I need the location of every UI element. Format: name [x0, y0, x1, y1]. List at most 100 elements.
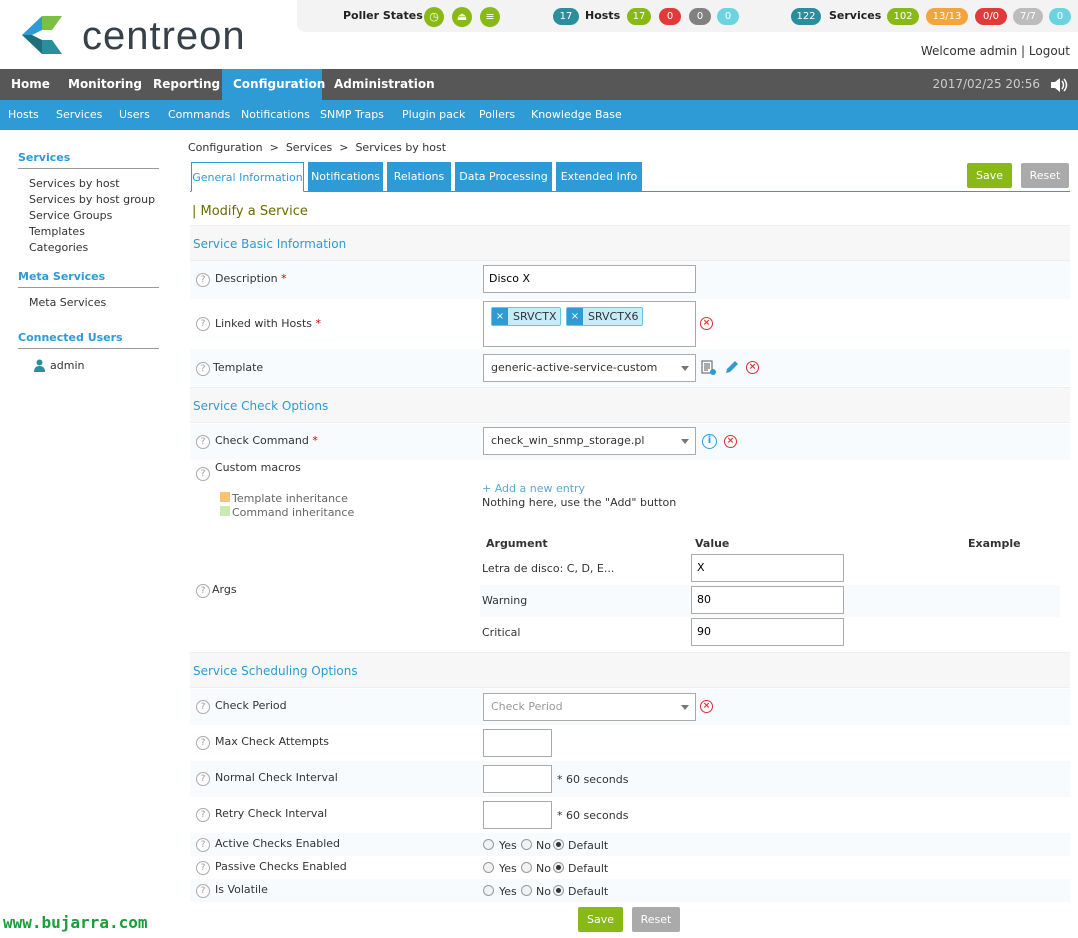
- subnav-notifications[interactable]: Notifications: [241, 100, 310, 130]
- remove-tag-icon[interactable]: ×: [567, 308, 583, 325]
- tab-data-processing[interactable]: Data Processing: [455, 162, 552, 191]
- breadcrumb-services-by-host[interactable]: Services by host: [355, 141, 446, 154]
- nav-home[interactable]: Home: [0, 69, 61, 100]
- help-icon[interactable]: ?: [196, 584, 210, 598]
- poller-clock-icon[interactable]: ◷: [424, 7, 444, 27]
- linked-hosts-select[interactable]: × SRVCTX × SRVCTX6: [483, 301, 696, 347]
- nav-configuration[interactable]: Configuration: [222, 69, 325, 100]
- tab-notifications[interactable]: Notifications: [308, 162, 383, 191]
- speaker-icon[interactable]: [1050, 78, 1068, 95]
- subnav-services[interactable]: Services: [56, 100, 102, 130]
- sidebar-item-service-groups[interactable]: Service Groups: [29, 209, 112, 222]
- clear-template-icon[interactable]: ×: [746, 361, 759, 374]
- sidebar-connected-users-header[interactable]: Connected Users: [18, 331, 159, 349]
- services-warning-badge[interactable]: 13/13: [926, 8, 968, 25]
- help-icon[interactable]: ?: [196, 884, 210, 898]
- arg-value-input[interactable]: 80: [691, 586, 844, 614]
- poller-latency-icon[interactable]: ⏏: [452, 7, 472, 27]
- hosts-pending-badge[interactable]: 0: [717, 8, 739, 25]
- add-new-entry-link[interactable]: + Add a new entry: [482, 482, 585, 495]
- hosts-unreachable-badge[interactable]: 0: [689, 8, 711, 25]
- subnav-snmp-traps[interactable]: SNMP Traps: [320, 100, 384, 130]
- hosts-down-badge[interactable]: 0: [659, 8, 681, 25]
- help-icon[interactable]: ?: [196, 772, 210, 786]
- help-icon[interactable]: ?: [196, 467, 210, 481]
- help-icon[interactable]: ?: [196, 273, 210, 287]
- host-tag-srvctx[interactable]: × SRVCTX: [491, 307, 561, 326]
- logout-link[interactable]: Logout: [1029, 44, 1070, 58]
- services-pending-badge[interactable]: 0: [1049, 8, 1071, 25]
- normal-interval-input[interactable]: [483, 765, 552, 793]
- help-icon[interactable]: ?: [196, 736, 210, 750]
- help-icon[interactable]: ?: [196, 808, 210, 822]
- check-command-label: Check Command *: [215, 434, 318, 447]
- template-details-icon[interactable]: [701, 360, 717, 379]
- tab-relations[interactable]: Relations: [387, 162, 451, 191]
- passive-yes-radio[interactable]: [483, 862, 494, 873]
- row-linked-hosts: ? Linked with Hosts * × SRVCTX × SRVCTX6 ×: [190, 299, 1070, 349]
- check-period-select[interactable]: Check Period: [483, 693, 696, 721]
- clear-period-icon[interactable]: ×: [700, 700, 713, 713]
- sidebar-item-categories[interactable]: Categories: [29, 241, 88, 254]
- max-attempts-input[interactable]: [483, 729, 552, 757]
- help-icon[interactable]: ?: [196, 317, 210, 331]
- subnav-plugin-pack[interactable]: Plugin pack: [402, 100, 465, 130]
- volatile-no-radio[interactable]: [521, 885, 532, 896]
- arg-value-input[interactable]: X: [691, 554, 844, 582]
- edit-pencil-icon[interactable]: [724, 360, 739, 378]
- subnav-knowledge-base[interactable]: Knowledge Base: [531, 100, 622, 130]
- tab-extended-info[interactable]: Extended Info: [556, 162, 642, 191]
- nav-monitoring[interactable]: Monitoring: [57, 69, 153, 100]
- host-tag-srvctx6[interactable]: × SRVCTX6: [566, 307, 643, 326]
- reset-button-bottom[interactable]: Reset: [632, 907, 680, 932]
- sidebar-services-header[interactable]: Services: [18, 151, 159, 169]
- breadcrumb-configuration[interactable]: Configuration: [188, 141, 263, 154]
- services-critical-badge[interactable]: 0/0: [975, 8, 1007, 25]
- retry-interval-input[interactable]: [483, 801, 552, 829]
- poller-database-icon[interactable]: ≡: [480, 7, 500, 27]
- info-icon[interactable]: i: [702, 434, 717, 449]
- arg-value-input[interactable]: 90: [691, 618, 844, 646]
- sidebar-meta-header[interactable]: Meta Services: [18, 270, 159, 288]
- help-icon[interactable]: ?: [196, 435, 210, 449]
- remove-tag-icon[interactable]: ×: [492, 308, 508, 325]
- services-ok-badge[interactable]: 102: [887, 8, 919, 25]
- active-default-radio[interactable]: [553, 839, 564, 850]
- template-select[interactable]: generic-active-service-custom: [483, 354, 696, 382]
- subnav-users[interactable]: Users: [119, 100, 150, 130]
- active-yes-radio[interactable]: [483, 839, 494, 850]
- sidebar-item-services-by-host[interactable]: Services by host: [29, 177, 120, 190]
- help-icon[interactable]: ?: [196, 700, 210, 714]
- centreon-logo[interactable]: centreon: [18, 12, 278, 58]
- hosts-count-badge[interactable]: 17: [553, 8, 579, 25]
- reset-button-top[interactable]: Reset: [1021, 163, 1069, 188]
- description-input[interactable]: Disco X: [483, 265, 696, 293]
- passive-no-radio[interactable]: [521, 862, 532, 873]
- tab-general-information[interactable]: General Information: [191, 162, 304, 192]
- help-icon[interactable]: ?: [196, 838, 210, 852]
- nav-reporting[interactable]: Reporting: [142, 69, 231, 100]
- nav-administration[interactable]: Administration: [323, 69, 446, 100]
- volatile-default-radio[interactable]: [553, 885, 564, 896]
- sidebar-item-templates[interactable]: Templates: [29, 225, 85, 238]
- clear-command-icon[interactable]: ×: [724, 435, 737, 448]
- hosts-up-badge[interactable]: 17: [627, 8, 651, 25]
- sidebar-item-meta-services[interactable]: Meta Services: [29, 296, 106, 309]
- passive-default-radio[interactable]: [553, 862, 564, 873]
- help-icon[interactable]: ?: [196, 362, 210, 376]
- services-count-badge[interactable]: 122: [791, 8, 821, 25]
- check-command-select[interactable]: check_win_snmp_storage.pl: [483, 427, 696, 455]
- save-button-bottom[interactable]: Save: [578, 907, 623, 932]
- help-icon[interactable]: ?: [196, 861, 210, 875]
- services-unknown-badge[interactable]: 7/7: [1013, 8, 1043, 25]
- sidebar-user-admin[interactable]: admin: [50, 359, 84, 372]
- subnav-pollers[interactable]: Pollers: [479, 100, 515, 130]
- clear-hosts-icon[interactable]: ×: [700, 317, 713, 330]
- subnav-hosts[interactable]: Hosts: [8, 100, 39, 130]
- breadcrumb-services[interactable]: Services: [286, 141, 332, 154]
- volatile-yes-radio[interactable]: [483, 885, 494, 896]
- subnav-commands[interactable]: Commands: [168, 100, 230, 130]
- active-no-radio[interactable]: [521, 839, 532, 850]
- save-button-top[interactable]: Save: [967, 163, 1012, 188]
- sidebar-item-services-by-host-group[interactable]: Services by host group: [29, 193, 155, 206]
